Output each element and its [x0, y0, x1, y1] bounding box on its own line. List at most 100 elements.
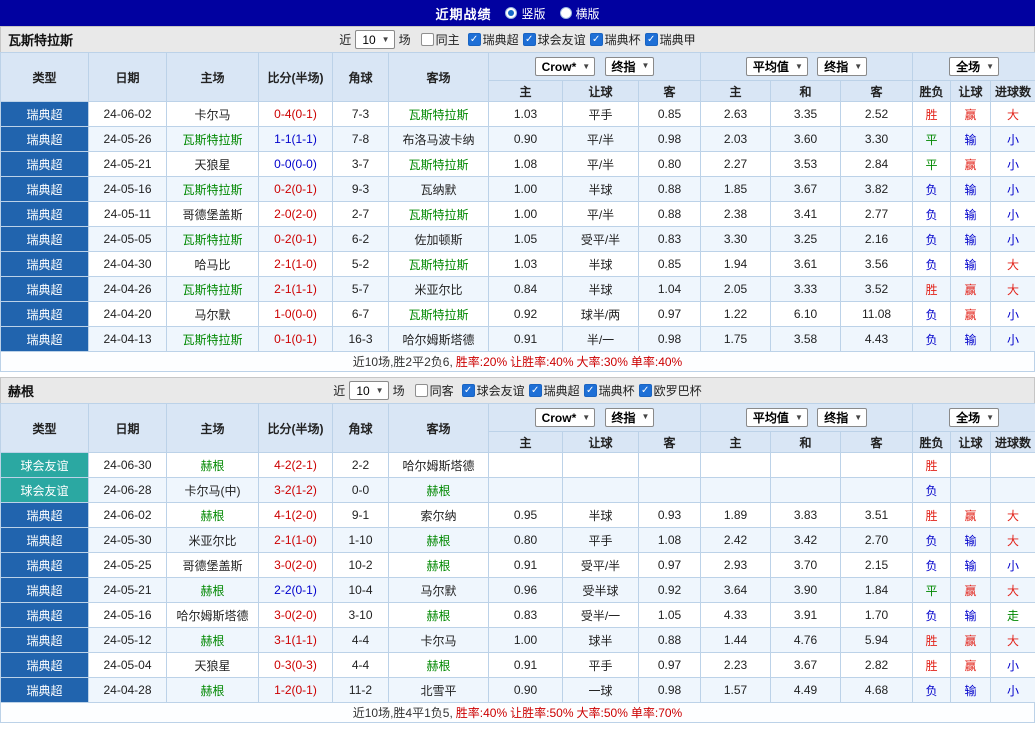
view-option-vertical[interactable]: 竖版 [505, 5, 545, 22]
euro-odds-cell: 3.42 [771, 528, 841, 553]
scope-select[interactable]: 全场 ▼ [949, 408, 999, 427]
asian-odds-cell: 1.03 [489, 102, 563, 127]
euro-odds-cell: 3.56 [841, 252, 913, 277]
asian-odds-cell: 0.90 [489, 127, 563, 152]
match-count-select[interactable]: 10 ▼ [355, 30, 394, 49]
goals-result-cell: 大 [991, 252, 1035, 277]
euro-odds-cell: 2.63 [701, 102, 771, 127]
score-cell: 3-0(2-0) [259, 603, 333, 628]
league-filter-checkbox[interactable]: 瑞典超 [529, 382, 580, 399]
home-team-cell: 卡尔马 [167, 102, 259, 127]
league-filter-checkbox[interactable]: 球会友谊 [523, 31, 586, 48]
result-cell: 负 [913, 227, 951, 252]
goals-result-cell: 小 [991, 553, 1035, 578]
handicap-result-cell [951, 478, 991, 503]
handicap-result-cell: 赢 [951, 628, 991, 653]
home-team-cell: 赫根 [167, 453, 259, 478]
handicap-result-cell: 输 [951, 177, 991, 202]
view-option-horizontal[interactable]: 横版 [560, 5, 600, 22]
league-filter-checkbox[interactable]: 欧罗巴杯 [639, 382, 702, 399]
asian-odds-cell: 0.93 [639, 503, 701, 528]
league-filter-checkbox[interactable]: 瑞典杯 [590, 31, 641, 48]
home-team-cell: 瓦斯特拉斯 [167, 227, 259, 252]
asian-odds-cell: 受半/一 [563, 603, 639, 628]
summary-line: 近10场,胜4平1负5,胜率:40%让胜率:50%大率:50%单率:70% [0, 703, 1035, 723]
euro-odds-cell: 3.82 [841, 177, 913, 202]
match-row: 瑞典超24-04-13瓦斯特拉斯0-1(0-1)16-3哈尔姆斯塔德0.91半/… [1, 327, 1035, 352]
match-row: 球会友谊24-06-28卡尔马(中)3-2(1-2)0-0赫根负 [1, 478, 1035, 503]
handicap-result-cell: 输 [951, 252, 991, 277]
checkbox-label: 瑞典杯 [599, 382, 635, 399]
euro-odds-cell: 2.27 [701, 152, 771, 177]
date-cell: 24-05-05 [89, 227, 167, 252]
euro-source-select[interactable]: 平均值 ▼ [746, 408, 808, 427]
odds-source-select[interactable]: Crow* ▼ [535, 57, 596, 76]
odds-stage-select[interactable]: 终指 ▼ [605, 408, 655, 427]
euro-stage-select[interactable]: 终指 ▼ [817, 408, 867, 427]
checkbox-icon [590, 33, 603, 46]
league-filter-checkbox[interactable]: 瑞典超 [468, 31, 519, 48]
euro-stage-select[interactable]: 终指 ▼ [817, 57, 867, 76]
match-row: 瑞典超24-05-21赫根2-2(0-1)10-4马尔默0.96受半球0.923… [1, 578, 1035, 603]
home-team-cell: 马尔默 [167, 302, 259, 327]
euro-source-select[interactable]: 平均值 ▼ [746, 57, 808, 76]
league-cell: 瑞典超 [1, 302, 89, 327]
asian-odds-cell: 0.85 [639, 252, 701, 277]
score-cell: 2-1(1-0) [259, 528, 333, 553]
same-venue-checkbox[interactable]: 同主 [421, 31, 460, 48]
asian-odds-cell: 1.03 [489, 252, 563, 277]
handicap-result-cell: 输 [951, 227, 991, 252]
col-subheader: 客 [841, 432, 913, 453]
match-row: 瑞典超24-05-30米亚尔比2-1(1-0)1-10赫根0.80平手1.082… [1, 528, 1035, 553]
league-filter-checkbox[interactable]: 球会友谊 [462, 382, 525, 399]
result-cell: 负 [913, 177, 951, 202]
euro-odds-cell [841, 478, 913, 503]
goals-result-cell: 走 [991, 603, 1035, 628]
euro-odds-cell: 2.77 [841, 202, 913, 227]
date-cell: 24-05-30 [89, 528, 167, 553]
home-team-cell: 哥德堡盖斯 [167, 202, 259, 227]
checkbox-label: 同主 [436, 31, 460, 48]
away-team-cell: 哈尔姆斯塔德 [389, 453, 489, 478]
asian-odds-cell: 平手 [563, 102, 639, 127]
corner-cell: 7-3 [333, 102, 389, 127]
checkbox-label: 球会友谊 [538, 31, 586, 48]
col-header-away: 客场 [389, 404, 489, 453]
euro-odds-cell: 4.43 [841, 327, 913, 352]
away-team-cell: 哈尔姆斯塔德 [389, 327, 489, 352]
result-cell: 负 [913, 302, 951, 327]
asian-odds-cell: 0.91 [489, 327, 563, 352]
corner-cell: 2-2 [333, 453, 389, 478]
games-suffix-label: 场 [393, 382, 405, 399]
chevron-down-icon: ▼ [582, 414, 590, 422]
match-row: 瑞典超24-04-28赫根1-2(0-1)11-2北雪平0.90一球0.981.… [1, 678, 1035, 703]
league-filter-checkbox[interactable]: 瑞典甲 [645, 31, 696, 48]
league-filter-checkbox[interactable]: 瑞典杯 [584, 382, 635, 399]
away-team-cell: 赫根 [389, 478, 489, 503]
odds-stage-select[interactable]: 终指 ▼ [605, 57, 655, 76]
checkbox-icon [468, 33, 481, 46]
result-cell: 负 [913, 528, 951, 553]
match-row: 瑞典超24-05-21天狼星0-0(0-0)3-7瓦斯特拉斯1.08平/半0.8… [1, 152, 1035, 177]
summary-stat: 让胜率:50% [510, 704, 573, 721]
team-section-1: 瓦斯特拉斯 近 10 ▼ 场 同主 瑞典超球会友谊瑞典杯瑞典甲 [0, 26, 1035, 372]
goals-result-cell: 小 [991, 302, 1035, 327]
asian-odds-cell: 0.83 [639, 227, 701, 252]
col-header-home: 主场 [167, 53, 259, 102]
asian-odds-cell: 0.97 [639, 653, 701, 678]
odds-source-select[interactable]: Crow* ▼ [535, 408, 596, 427]
euro-odds-cell: 2.16 [841, 227, 913, 252]
away-team-cell: 瓦斯特拉斯 [389, 202, 489, 227]
col-subheader: 主 [701, 432, 771, 453]
euro-odds-cell: 4.49 [771, 678, 841, 703]
score-cell: 1-2(0-1) [259, 678, 333, 703]
result-header: 全场 ▼ [913, 53, 1035, 81]
scope-select[interactable]: 全场 ▼ [949, 57, 999, 76]
radio-selected-icon [505, 7, 517, 19]
score-cell: 0-4(0-1) [259, 102, 333, 127]
match-count-select[interactable]: 10 ▼ [349, 381, 388, 400]
team-section-2: 赫根 近 10 ▼ 场 同客 球会友谊瑞典超瑞典杯欧罗巴杯 [0, 377, 1035, 723]
asian-odds-cell: 一球 [563, 678, 639, 703]
same-venue-checkbox[interactable]: 同客 [415, 382, 454, 399]
euro-odds-cell: 3.51 [841, 503, 913, 528]
